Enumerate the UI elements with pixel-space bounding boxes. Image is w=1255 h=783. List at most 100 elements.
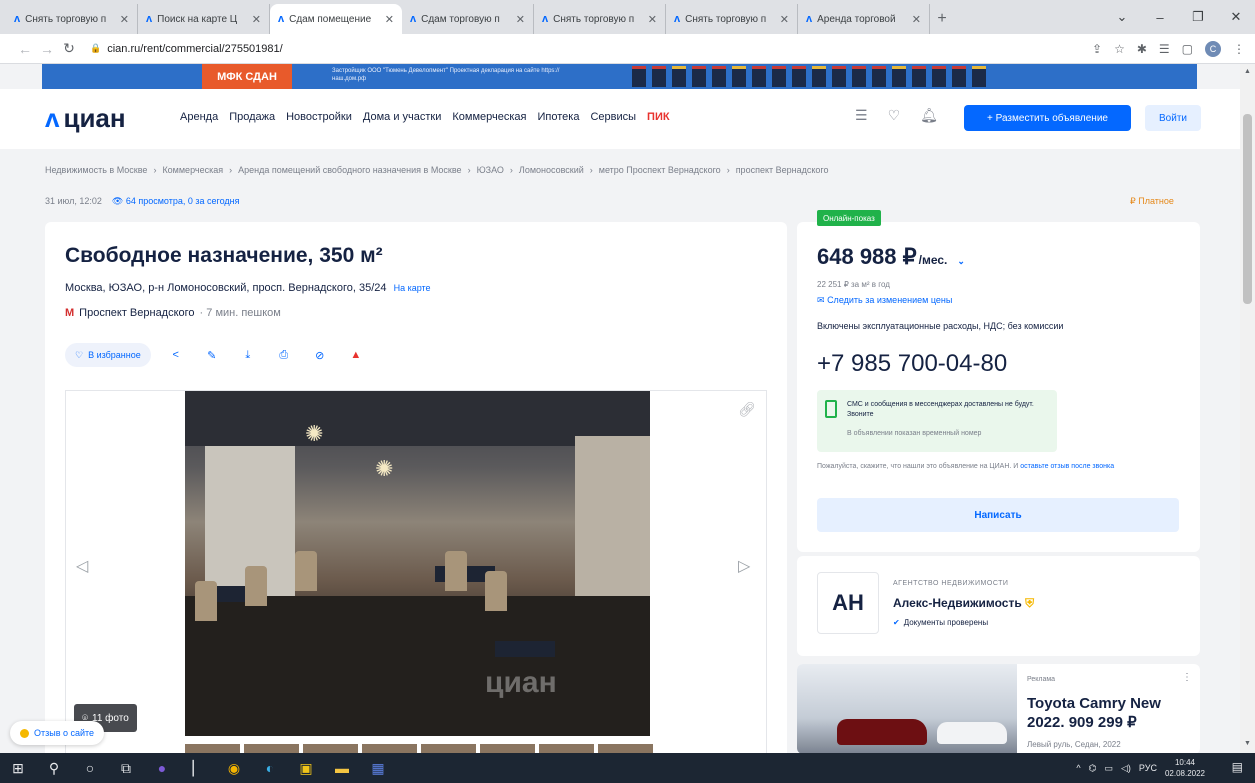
language-indicator[interactable]: РУС — [1139, 763, 1157, 773]
breadcrumb-item[interactable]: проспект Вернадского — [736, 165, 829, 175]
back-icon[interactable]: ← — [14, 41, 36, 57]
lock-icon[interactable]: 🔒 — [90, 43, 101, 54]
ad-title[interactable]: Toyota Camry New 2022. 909 299 ₽ — [1027, 694, 1197, 732]
listing-photo[interactable]: ✺ ✺ циан — [185, 391, 650, 736]
currency-dropdown-icon[interactable]: ⌄ — [957, 256, 965, 267]
agency-name-row[interactable]: Алекс-Недвижимость ⛨ — [893, 596, 1034, 611]
metro-station[interactable]: Проспект Вернадского — [79, 307, 194, 319]
nav-item-new-buildings[interactable]: Новостройки — [286, 111, 352, 123]
scroll-down-icon[interactable]: ▼ — [1244, 740, 1251, 747]
ad-card[interactable]: Реклама ⋮ Toyota Camry New 2022. 909 299… — [797, 664, 1200, 754]
breadcrumb-item[interactable]: метро Проспект Вернадского — [599, 165, 721, 175]
post-listing-button[interactable]: + Разместить объявление — [964, 105, 1131, 131]
nav-item-services[interactable]: Сервисы — [590, 111, 636, 123]
leave-review-link[interactable]: оставьте отзыв после звонка — [1020, 463, 1114, 470]
edge-icon[interactable]: ◐ — [252, 753, 288, 783]
nav-item-sale[interactable]: Продажа — [229, 111, 275, 123]
ad-menu-icon[interactable]: ⋮ — [1182, 672, 1192, 683]
write-message-button[interactable]: Написать — [817, 498, 1179, 532]
page-scrollbar[interactable]: ▲ ▼ — [1240, 64, 1255, 753]
site-feedback-button[interactable]: Отзыв о сайте — [10, 721, 105, 745]
phone-number[interactable]: +7 985 700-04-80 — [817, 350, 1007, 378]
close-tab-icon[interactable]: ✕ — [648, 13, 657, 26]
close-tab-icon[interactable]: ✕ — [385, 13, 394, 26]
windows-start-icon[interactable]: ⊞ — [0, 753, 36, 783]
profile-avatar[interactable]: С — [1205, 41, 1221, 57]
browser-tab[interactable]: ʌ Аренда торговой ✕ — [798, 4, 930, 34]
url-field[interactable]: 🔒 cian.ru/rent/commercial/275501981/ — [90, 43, 283, 55]
login-button[interactable]: Войти — [1145, 105, 1201, 131]
nav-item-houses[interactable]: Дома и участки — [363, 111, 441, 123]
prev-photo-arrow-icon[interactable]: ◁ — [76, 556, 88, 576]
browser-tab[interactable]: ʌ Поиск на карте Ц ✕ — [138, 4, 270, 34]
teams-icon[interactable]: ▦ — [360, 753, 396, 783]
nav-item-mortgage[interactable]: Ипотека — [538, 111, 580, 123]
reading-list-icon[interactable]: ☰ — [1159, 42, 1170, 56]
browser-tab[interactable]: ʌ Снять торговую п ✕ — [534, 4, 666, 34]
add-to-favorites-button[interactable]: ♡ В избранное — [65, 343, 151, 367]
close-tab-icon[interactable]: ✕ — [912, 13, 921, 26]
scroll-up-icon[interactable]: ▲ — [1244, 68, 1251, 75]
volume-icon[interactable]: ◁) — [1121, 763, 1131, 774]
browser-tab-active[interactable]: ʌ Сдам помещение ✕ — [270, 4, 402, 34]
favorites-heart-icon[interactable]: ♡ — [888, 107, 901, 124]
tray-chevron-icon[interactable]: ^ — [1076, 763, 1080, 773]
forward-icon[interactable]: → — [36, 41, 58, 57]
agency-logo[interactable]: АН — [817, 572, 879, 634]
download-button[interactable]: ⤓ — [237, 344, 259, 366]
breadcrumb-item[interactable]: Недвижимость в Москве — [45, 165, 147, 175]
share-icon[interactable]: ⇪ — [1092, 42, 1102, 56]
breadcrumb-item[interactable]: Коммерческая — [162, 165, 223, 175]
report-button[interactable]: ▲ — [345, 344, 367, 366]
task-view-icon[interactable]: ⧉ — [108, 753, 144, 783]
breadcrumb-item[interactable]: Ломоносовский — [519, 165, 584, 175]
bookmark-star-icon[interactable]: ☆ — [1114, 42, 1125, 56]
reload-icon[interactable]: ↻ — [58, 40, 80, 57]
store-icon[interactable]: ▣ — [288, 753, 324, 783]
breadcrumb-item[interactable]: ЮЗАО — [477, 165, 504, 175]
edit-note-button[interactable]: ✎ — [201, 344, 223, 366]
restore-icon[interactable]: ❐ — [1179, 9, 1217, 25]
nav-item-commercial[interactable]: Коммерческая — [452, 111, 526, 123]
menu-dots-icon[interactable]: ⋮ — [1233, 42, 1245, 56]
hide-button[interactable]: ⊘ — [309, 344, 331, 366]
search-icon[interactable]: ⚲ — [36, 753, 72, 783]
close-tab-icon[interactable]: ✕ — [120, 13, 129, 26]
extensions-icon[interactable]: ✱ — [1137, 42, 1147, 56]
chrome-icon[interactable]: ◉ — [216, 753, 252, 783]
viber-icon[interactable]: ● — [144, 753, 180, 783]
close-tab-icon[interactable]: ✕ — [780, 13, 789, 26]
file-explorer-icon[interactable]: ▬ — [324, 753, 360, 783]
cian-logo[interactable]: ᴧ циан — [45, 105, 126, 131]
minimize-icon[interactable]: – — [1141, 10, 1179, 25]
battery-icon[interactable]: ▭ — [1104, 763, 1113, 774]
notifications-icon[interactable]: ▤ — [1232, 760, 1243, 774]
side-panel-icon[interactable]: ▢ — [1182, 42, 1193, 56]
compare-icon[interactable]: ☰ — [855, 107, 868, 124]
browser-tab[interactable]: ʌ Сдам торговую п ✕ — [402, 4, 534, 34]
share-button[interactable]: < — [165, 344, 187, 366]
next-photo-arrow-icon[interactable]: ▷ — [738, 556, 750, 576]
copy-link-icon[interactable]: 🔗︎ — [738, 401, 756, 418]
scrollbar-thumb[interactable] — [1243, 114, 1252, 304]
agency-card[interactable]: АН АГЕНТСТВО НЕДВИЖИМОСТИ Алекс-Недвижим… — [797, 556, 1200, 656]
browser-tab[interactable]: ʌ Снять торговую п ✕ — [6, 4, 138, 34]
nav-item-rent[interactable]: Аренда — [180, 111, 218, 123]
breadcrumb-item[interactable]: Аренда помещений свободного назначения в… — [238, 165, 461, 175]
nav-item-pik[interactable]: ПИК — [647, 111, 670, 123]
tab-search-icon[interactable]: ⌄ — [1103, 9, 1141, 25]
views-count[interactable]: 👁︎ 64 просмотра, 0 за сегодня — [112, 196, 240, 207]
print-button[interactable]: ⎙ — [273, 344, 295, 366]
network-icon[interactable]: ⌬ — [1089, 763, 1097, 774]
on-map-link[interactable]: На карте — [394, 283, 431, 293]
new-tab-button[interactable]: + — [930, 4, 954, 34]
notifications-bell-icon[interactable]: 🔔︎ — [920, 107, 938, 124]
close-tab-icon[interactable]: ✕ — [252, 13, 261, 26]
close-tab-icon[interactable]: ✕ — [516, 13, 525, 26]
clock[interactable]: 10:44 02.08.2022 — [1165, 757, 1205, 779]
cortana-icon[interactable]: ○ — [72, 753, 108, 783]
follow-price-link[interactable]: ✉ Следить за изменением цены — [817, 295, 952, 306]
close-window-icon[interactable]: ✕ — [1217, 9, 1255, 25]
ad-image[interactable] — [797, 664, 1017, 754]
browser-tab[interactable]: ʌ Снять торговую п ✕ — [666, 4, 798, 34]
